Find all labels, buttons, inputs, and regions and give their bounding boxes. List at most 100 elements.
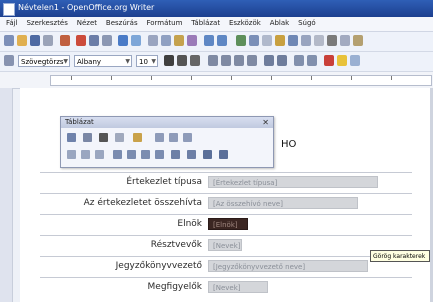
open-icon[interactable] <box>17 35 27 46</box>
background-color-icon[interactable] <box>350 55 360 66</box>
insert-table-icon[interactable] <box>67 133 76 142</box>
floating-toolbar-titlebar[interactable]: Táblázat ✕ <box>61 117 273 128</box>
vertical-ruler <box>0 88 13 302</box>
numbering-icon[interactable] <box>264 55 274 66</box>
highlighting-icon[interactable] <box>337 55 347 66</box>
delete-row-icon[interactable] <box>141 150 150 159</box>
paragraph-style-value: Szövegtörzs <box>21 58 64 66</box>
split-cells-icon[interactable] <box>169 133 178 142</box>
font-size-select[interactable]: 10 ▼ <box>136 55 158 67</box>
menu-insert[interactable]: Beszúrás <box>106 19 138 27</box>
menu-edit[interactable]: Szerkesztés <box>26 19 67 27</box>
insert-row-icon[interactable] <box>113 150 122 159</box>
align-bottom-icon[interactable] <box>95 150 104 159</box>
autospellcheck-icon[interactable] <box>131 35 141 46</box>
underline-icon[interactable] <box>190 55 200 66</box>
menu-window[interactable]: Ablak <box>270 19 290 27</box>
help-icon[interactable] <box>353 35 363 46</box>
tooltip: Görög karakterek <box>370 250 430 262</box>
italic-icon[interactable] <box>177 55 187 66</box>
paragraph-style-select[interactable]: Szövegtörzs ▼ <box>18 55 70 67</box>
menu-help[interactable]: Súgó <box>298 19 316 27</box>
new-document-icon[interactable] <box>4 35 14 46</box>
email-icon[interactable] <box>43 35 53 46</box>
placeholder-field[interactable]: [Jegyzőkönyvvezető neve] <box>208 260 368 272</box>
placeholder-field[interactable]: [Az összehívó neve] <box>208 197 358 209</box>
paste-icon[interactable] <box>174 35 184 46</box>
page-preview-icon[interactable] <box>102 35 112 46</box>
decrease-indent-icon[interactable] <box>294 55 304 66</box>
increase-indent-icon[interactable] <box>307 55 317 66</box>
align-center-icon[interactable] <box>221 55 231 66</box>
hyperlink-icon[interactable] <box>236 35 246 46</box>
font-color-icon[interactable] <box>324 55 334 66</box>
table-background-icon[interactable] <box>133 133 142 142</box>
bullets-icon[interactable] <box>277 55 287 66</box>
row-label: Résztvevők <box>150 240 202 250</box>
floating-toolbar-title: Táblázat <box>65 118 94 126</box>
floating-toolbar-row-1 <box>65 131 265 145</box>
standard-toolbar <box>0 32 433 52</box>
table-row: Értekezlet típusa [Értekezlet típusa] <box>40 172 412 193</box>
ruler-tick <box>311 76 312 80</box>
align-right-icon[interactable] <box>234 55 244 66</box>
redo-icon[interactable] <box>217 35 227 46</box>
table-row: Jegyzőkönyvvezető [Jegyzőkönyvvezető nev… <box>40 256 412 277</box>
find-replace-icon[interactable] <box>275 35 285 46</box>
placeholder-field[interactable]: [Nevek] <box>208 239 242 251</box>
table-floating-toolbar[interactable]: Táblázat ✕ <box>60 116 274 168</box>
save-icon[interactable] <box>30 35 40 46</box>
table-icon[interactable] <box>249 35 259 46</box>
placeholder-field[interactable]: [Nevek] <box>208 281 268 293</box>
ruler-tick <box>111 76 112 80</box>
copy-icon[interactable] <box>161 35 171 46</box>
placeholder-field-selected[interactable]: [Elnök] <box>208 218 248 230</box>
undo-icon[interactable] <box>204 35 214 46</box>
sort-icon[interactable] <box>203 150 212 159</box>
close-icon[interactable]: ✕ <box>262 117 269 128</box>
table-properties-icon[interactable] <box>187 150 196 159</box>
merge-cells-icon[interactable] <box>155 133 164 142</box>
align-center-vertical-icon[interactable] <box>81 150 90 159</box>
gallery-icon[interactable] <box>301 35 311 46</box>
document-text[interactable]: HO <box>281 139 296 150</box>
insert-column-icon[interactable] <box>127 150 136 159</box>
align-top-icon[interactable] <box>67 150 76 159</box>
borders-icon[interactable] <box>83 133 92 142</box>
document-table: Értekezlet típusa [Értekezlet típusa] Az… <box>40 172 412 298</box>
autoformat-icon[interactable] <box>171 150 180 159</box>
format-paintbrush-icon[interactable] <box>187 35 197 46</box>
edit-file-icon[interactable] <box>60 35 70 46</box>
sum-icon[interactable] <box>219 150 228 159</box>
export-pdf-icon[interactable] <box>76 35 86 46</box>
floating-toolbar-row-2 <box>65 148 265 162</box>
zoom-icon[interactable] <box>340 35 350 46</box>
align-left-icon[interactable] <box>208 55 218 66</box>
menu-format[interactable]: Formátum <box>146 19 182 27</box>
nonprinting-characters-icon[interactable] <box>327 35 337 46</box>
border-style-icon[interactable] <box>99 133 108 142</box>
bold-icon[interactable] <box>164 55 174 66</box>
menu-view[interactable]: Nézet <box>77 19 97 27</box>
spellcheck-icon[interactable] <box>118 35 128 46</box>
navigator-icon[interactable] <box>288 35 298 46</box>
show-draw-functions-icon[interactable] <box>262 35 272 46</box>
justify-icon[interactable] <box>247 55 257 66</box>
row-label: Elnök <box>177 219 202 229</box>
cut-icon[interactable] <box>148 35 158 46</box>
data-sources-icon[interactable] <box>314 35 324 46</box>
ruler-tick <box>351 76 352 80</box>
font-name-value: Albany <box>77 58 102 66</box>
placeholder-field[interactable]: [Értekezlet típusa] <box>208 176 378 188</box>
font-size-value: 10 <box>139 58 148 66</box>
menu-tools[interactable]: Eszközök <box>229 19 261 27</box>
styles-formatting-icon[interactable] <box>4 55 14 66</box>
ruler-tick <box>271 76 272 80</box>
font-name-select[interactable]: Albany ▼ <box>74 55 132 67</box>
optimize-icon[interactable] <box>183 133 192 142</box>
print-icon[interactable] <box>89 35 99 46</box>
delete-column-icon[interactable] <box>155 150 164 159</box>
menu-table[interactable]: Táblázat <box>191 19 220 27</box>
menu-file[interactable]: Fájl <box>6 19 18 27</box>
border-color-icon[interactable] <box>115 133 124 142</box>
